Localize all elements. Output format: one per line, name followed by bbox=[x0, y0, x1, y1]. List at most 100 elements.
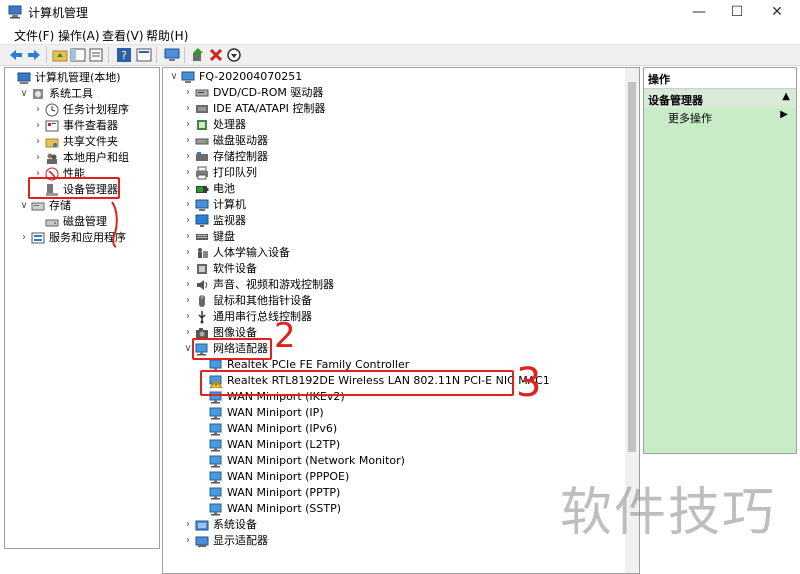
tree-item[interactable]: 计算机管理(本地) bbox=[5, 70, 155, 86]
highlight-box-device-manager bbox=[28, 177, 120, 199]
software-device-icon bbox=[197, 264, 207, 274]
tree-item[interactable]: 磁盘管理 bbox=[5, 214, 155, 230]
chevron-right-icon[interactable]: › bbox=[183, 149, 193, 165]
device-item[interactable]: › 电池 bbox=[163, 181, 623, 197]
chevron-right-icon[interactable]: › bbox=[183, 261, 193, 277]
device-item[interactable]: › 处理器 bbox=[163, 117, 623, 133]
minimize-button[interactable]: — bbox=[682, 0, 716, 24]
chevron-right-icon[interactable]: › bbox=[183, 197, 193, 213]
device-item[interactable]: WAN Miniport (PPTP) bbox=[163, 485, 623, 501]
chevron-right-icon[interactable]: › bbox=[183, 101, 193, 117]
console-icon[interactable] bbox=[136, 47, 152, 63]
device-item[interactable]: › 打印队列 bbox=[163, 165, 623, 181]
device-item[interactable]: WAN Miniport (IPv6) bbox=[163, 421, 623, 437]
chevron-right-icon[interactable]: › bbox=[183, 165, 193, 181]
maximize-button[interactable]: ☐ bbox=[720, 0, 754, 24]
chevron-right-icon[interactable]: › bbox=[183, 133, 193, 149]
tree-item[interactable]: › 事件查看器 bbox=[5, 118, 155, 134]
tree-item-label: 磁盘管理 bbox=[63, 215, 107, 228]
show-hide-tree-icon[interactable] bbox=[70, 47, 86, 63]
device-item[interactable]: › DVD/CD-ROM 驱动器 bbox=[163, 85, 623, 101]
chevron-down-icon[interactable]: ∨ bbox=[19, 86, 29, 102]
device-item[interactable]: › 通用串行总线控制器 bbox=[163, 309, 623, 325]
chevron-right-icon[interactable]: › bbox=[183, 533, 193, 549]
device-item-label: 显示适配器 bbox=[213, 534, 268, 547]
device-item[interactable]: › 计算机 bbox=[163, 197, 623, 213]
tree-item-label: 计算机管理(本地) bbox=[35, 71, 121, 84]
icon-slot bbox=[195, 533, 209, 549]
toolbar-separator bbox=[46, 47, 47, 63]
monitor-icon bbox=[195, 214, 209, 227]
chevron-right-icon[interactable]: › bbox=[183, 117, 193, 133]
download-circle-icon[interactable] bbox=[226, 47, 242, 63]
device-item-label: 存储控制器 bbox=[213, 150, 268, 163]
device-item[interactable]: › 存储控制器 bbox=[163, 149, 623, 165]
icon-slot bbox=[31, 230, 45, 246]
tree-item[interactable]: ∨ 存储 bbox=[5, 198, 155, 214]
chevron-right-icon[interactable]: › bbox=[183, 277, 193, 293]
device-item[interactable]: WAN Miniport (Network Monitor) bbox=[163, 453, 623, 469]
chevron-right-icon[interactable]: › bbox=[19, 230, 29, 246]
device-item[interactable]: › 磁盘驱动器 bbox=[163, 133, 623, 149]
scan-hardware-icon[interactable] bbox=[164, 47, 180, 63]
device-item[interactable]: WAN Miniport (L2TP) bbox=[163, 437, 623, 453]
up-folder-icon[interactable] bbox=[52, 47, 68, 63]
computer-icon bbox=[195, 199, 209, 211]
chevron-right-icon[interactable]: › bbox=[33, 150, 43, 166]
menu-help[interactable]: 帮助(H) bbox=[146, 27, 188, 44]
close-button[interactable]: ✕ bbox=[760, 0, 794, 24]
device-item[interactable]: › 系统设备 bbox=[163, 517, 623, 533]
menu-file[interactable]: 文件(F) bbox=[14, 27, 54, 44]
chevron-down-icon[interactable]: ∨ bbox=[169, 69, 179, 85]
device-item[interactable]: › IDE ATA/ATAPI 控制器 bbox=[163, 101, 623, 117]
device-item[interactable]: › 鼠标和其他指针设备 bbox=[163, 293, 623, 309]
device-item[interactable]: › 软件设备 bbox=[163, 261, 623, 277]
update-driver-icon[interactable] bbox=[190, 47, 206, 63]
chevron-right-icon[interactable]: › bbox=[183, 229, 193, 245]
chevron-right-icon[interactable]: › bbox=[183, 309, 193, 325]
chevron-right-icon[interactable]: › bbox=[183, 213, 193, 229]
menu-action[interactable]: 操作(A) bbox=[58, 27, 100, 44]
device-item[interactable]: › 监视器 bbox=[163, 213, 623, 229]
device-item[interactable]: ∨ FQ-202004070251 bbox=[163, 69, 623, 85]
chevron-right-icon[interactable]: › bbox=[183, 245, 193, 261]
chevron-right-icon[interactable]: › bbox=[33, 134, 43, 150]
device-item[interactable]: › 键盘 bbox=[163, 229, 623, 245]
tree-item[interactable]: › 任务计划程序 bbox=[5, 102, 155, 118]
tree-item-label: 事件查看器 bbox=[63, 119, 118, 132]
menu-view[interactable]: 查看(V) bbox=[102, 27, 144, 44]
device-item[interactable]: WAN Miniport (PPPOE) bbox=[163, 469, 623, 485]
help-icon[interactable]: ? bbox=[116, 47, 132, 63]
tree-item[interactable]: ∨ 系统工具 bbox=[5, 86, 155, 102]
device-item[interactable]: › 人体学输入设备 bbox=[163, 245, 623, 261]
chevron-right-icon[interactable]: › bbox=[183, 517, 193, 533]
properties-icon[interactable] bbox=[88, 47, 104, 63]
tree-item[interactable]: › 服务和应用程序 bbox=[5, 230, 155, 246]
forward-arrow-icon[interactable] bbox=[26, 47, 42, 63]
icon-slot bbox=[17, 70, 31, 86]
more-actions-item[interactable]: 更多操作 ▶ bbox=[644, 108, 796, 126]
icon-slot bbox=[195, 229, 209, 245]
computer-icon bbox=[181, 71, 195, 83]
device-item[interactable]: WAN Miniport (IP) bbox=[163, 405, 623, 421]
chevron-down-icon[interactable]: ∨ bbox=[19, 198, 29, 214]
device-item[interactable]: › 声音、视频和游戏控制器 bbox=[163, 277, 623, 293]
chevron-right-icon[interactable]: › bbox=[33, 118, 43, 134]
actions-section-device-manager[interactable]: 设备管理器 ▲ bbox=[644, 90, 796, 108]
device-item[interactable]: WAN Miniport (SSTP) bbox=[163, 501, 623, 517]
collapse-up-icon[interactable]: ▲ bbox=[782, 91, 790, 102]
chevron-right-icon[interactable]: › bbox=[183, 85, 193, 101]
tree-item[interactable]: › 本地用户和组 bbox=[5, 150, 155, 166]
more-actions-label: 更多操作 bbox=[668, 112, 712, 125]
chevron-right-icon[interactable]: › bbox=[183, 181, 193, 197]
console-tree-pane: 计算机管理(本地) ∨ 系统工具 › 任务计划程序 › 事件查看器 › 共享文件夹 › 本地用户和组… bbox=[4, 67, 160, 549]
chevron-right-icon[interactable]: › bbox=[33, 102, 43, 118]
device-item-label: WAN Miniport (L2TP) bbox=[227, 438, 341, 451]
uninstall-x-icon[interactable] bbox=[208, 47, 224, 63]
device-item[interactable]: › 显示适配器 bbox=[163, 533, 623, 549]
device-item-label: WAN Miniport (Network Monitor) bbox=[227, 454, 405, 467]
tree-item[interactable]: › 共享文件夹 bbox=[5, 134, 155, 150]
back-arrow-icon[interactable] bbox=[8, 47, 24, 63]
chevron-right-icon[interactable]: › bbox=[183, 293, 193, 309]
scrollbar-thumb[interactable] bbox=[628, 82, 636, 452]
